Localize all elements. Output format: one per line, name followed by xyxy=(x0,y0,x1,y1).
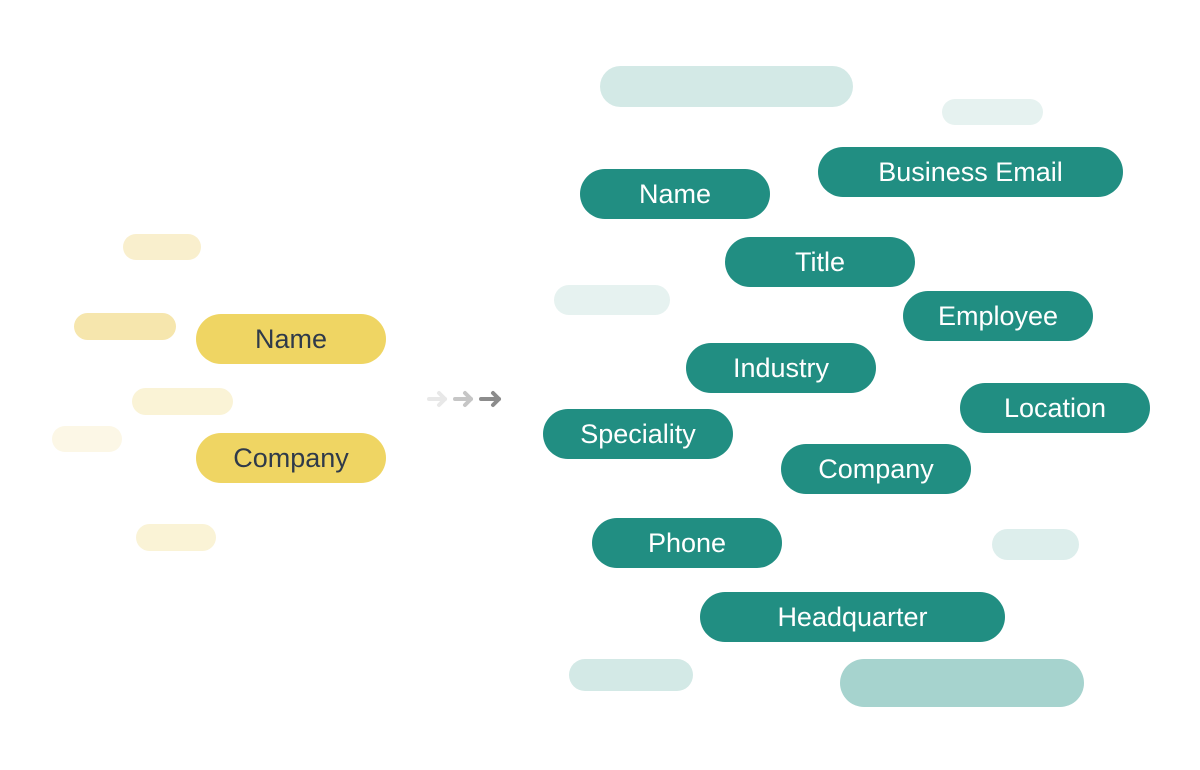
enriched-field-name: Name xyxy=(580,169,770,219)
placeholder-pill xyxy=(136,524,216,551)
source-field-name: Name xyxy=(196,314,386,364)
placeholder-pill xyxy=(992,529,1079,560)
source-field-company: Company xyxy=(196,433,386,483)
placeholder-pill xyxy=(554,285,670,315)
placeholder-pill xyxy=(52,426,122,452)
enriched-field-location: Location xyxy=(960,383,1150,433)
placeholder-pill xyxy=(74,313,176,340)
arrow-right-icon-mid xyxy=(453,391,473,407)
enriched-field-company: Company xyxy=(781,444,971,494)
arrow-right-icon-dark xyxy=(479,391,501,407)
arrow-right-icon xyxy=(427,391,501,407)
enriched-field-headquarter: Headquarter xyxy=(700,592,1005,642)
placeholder-pill xyxy=(123,234,201,260)
enriched-field-employee: Employee xyxy=(903,291,1093,341)
arrow-right-icon-light xyxy=(427,391,447,407)
placeholder-pill xyxy=(840,659,1084,707)
enriched-field-speciality: Speciality xyxy=(543,409,733,459)
enriched-field-phone: Phone xyxy=(592,518,782,568)
placeholder-pill xyxy=(132,388,233,415)
enriched-field-industry: Industry xyxy=(686,343,876,393)
enriched-field-business-email: Business Email xyxy=(818,147,1123,197)
placeholder-pill xyxy=(942,99,1043,125)
placeholder-pill xyxy=(600,66,853,107)
enriched-field-title: Title xyxy=(725,237,915,287)
placeholder-pill xyxy=(569,659,693,691)
